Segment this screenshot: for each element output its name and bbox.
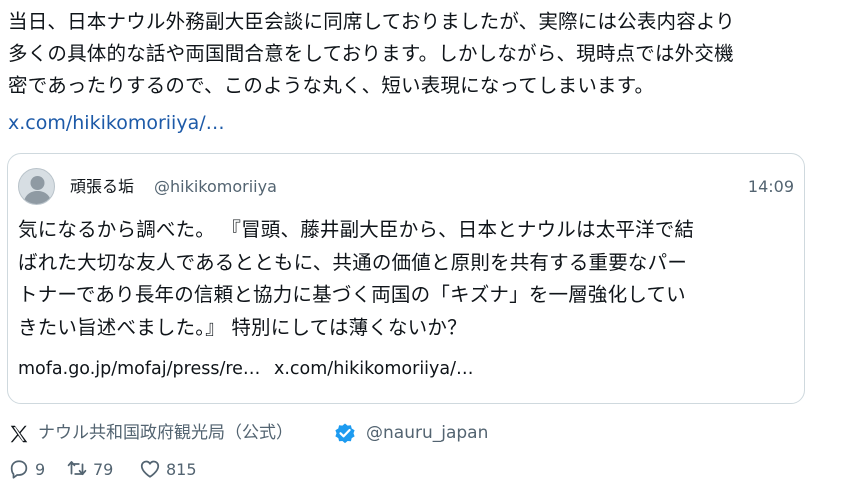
post-text: 当日、日本ナウル外務副大臣会談に同席しておりましたが、実際には公表内容より 多く… (8, 6, 840, 102)
quoted-post-header: 頑張る垢 @hikikomoriiya 14:09 (18, 168, 794, 206)
retweet-button[interactable]: 79 (66, 456, 113, 482)
quoted-text-line: 気になるから調べた。 『冒頭、藤井副大臣から、日本とナウルは太平洋で結 (18, 218, 695, 241)
quoted-post-time[interactable]: 14:09 (748, 176, 794, 198)
verified-badge-icon (335, 423, 355, 444)
post-text-line: 当日、日本ナウル外務副大臣会談に同席しておりましたが、実際には公表内容より (8, 10, 735, 33)
reply-icon (10, 460, 28, 479)
quoted-text-line: きたい旨述べました。』 特別にしては薄くないか？ (18, 315, 467, 339)
post-author-row: ナウル共和国政府観光局（公式） @nauru_japan (8, 420, 708, 446)
x-logo-icon[interactable] (8, 423, 30, 445)
post-actions: 9 79 815 (8, 456, 308, 482)
reply-count: 9 (35, 459, 46, 479)
quoted-post-card[interactable]: 頑張る垢 @hikikomoriiya 14:09 気になるから調べた。 『冒頭… (7, 153, 805, 404)
post-author-name[interactable]: ナウル共和国政府観光局（公式） (38, 421, 293, 445)
post-link[interactable]: x.com/hikikomoriiya/… (8, 107, 225, 139)
quoted-post-text: 気になるから調べた。 『冒頭、藤井副大臣から、日本とナウルは太平洋で結 ばれた大… (18, 214, 794, 344)
retweet-count: 79 (93, 459, 114, 479)
default-avatar-icon (23, 176, 52, 204)
post-text-line: 密であったりするので、このような丸く、短い表現になってしまいます。 (8, 74, 655, 97)
like-button[interactable]: 815 (139, 456, 197, 482)
quoted-link-mofa[interactable]: mofa.go.jp/mofaj/press/re… (18, 359, 260, 379)
retweet-icon (67, 461, 87, 476)
quoted-post-links: mofa.go.jp/mofaj/press/re… x.com/hikikom… (18, 353, 474, 385)
quoted-link-x[interactable]: x.com/hikikomoriiya/… (274, 359, 474, 379)
like-count: 815 (166, 459, 197, 479)
quoted-text-line: ばれた大切な友人であるとともに、共通の価値と原則を共有する重要なパー (18, 250, 688, 274)
avatar[interactable] (18, 168, 55, 205)
post-author-handle[interactable]: @nauru_japan (366, 421, 488, 445)
post-text-line: 多くの具体的な話や両国間合意をしております。しかしながら、現時点では外交機 (8, 42, 734, 65)
heart-icon (140, 460, 160, 478)
quoted-text-line: トナーであり長年の信頼と協力に基づく両国の「キズナ」を一層強化してい (18, 283, 686, 306)
quoted-author-name[interactable]: 頑張る垢 (70, 176, 134, 198)
quoted-author-handle[interactable]: @hikikomoriiya (154, 176, 277, 198)
reply-button[interactable]: 9 (8, 456, 45, 482)
